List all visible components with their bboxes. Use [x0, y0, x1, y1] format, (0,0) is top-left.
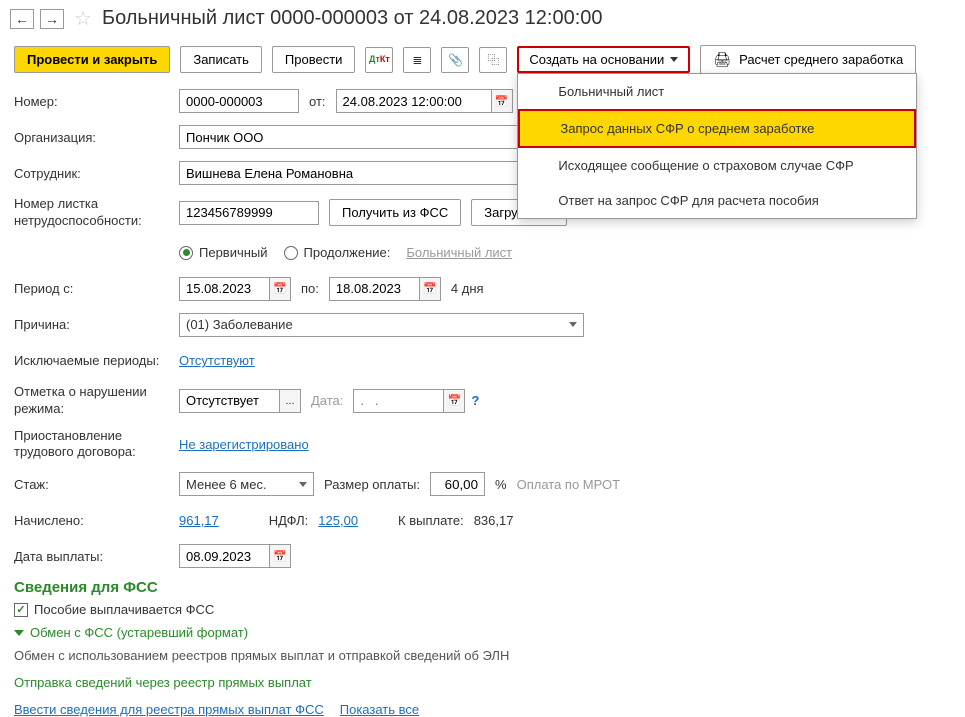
reason-select[interactable]: (01) Заболевание	[179, 313, 584, 337]
date-label: Дата:	[311, 393, 343, 408]
seniority-label: Стаж:	[14, 477, 179, 492]
submit-close-button[interactable]: Провести и закрыть	[14, 46, 170, 73]
get-fss-button[interactable]: Получить из ФСС	[329, 199, 461, 226]
calendar-icon[interactable]: 📅	[443, 389, 465, 413]
list-icon[interactable]: ≣	[403, 47, 431, 73]
calendar-icon[interactable]: 📅	[419, 277, 441, 301]
calc-avg-label: Расчет среднего заработка	[739, 52, 903, 67]
payout-value: 836,17	[474, 513, 514, 528]
help-icon[interactable]: ?	[471, 393, 479, 408]
fss-paid-checkbox[interactable]: ✓ Пособие выплачивается ФСС	[14, 602, 951, 617]
structure-icon[interactable]: ⿻	[479, 47, 507, 73]
primary-radio[interactable]: Первичный	[179, 245, 268, 260]
ndfl-label: НДФЛ:	[269, 513, 309, 528]
fss-info-text: Обмен с использованием реестров прямых в…	[14, 648, 951, 663]
suspension-link[interactable]: Не зарегистрировано	[179, 437, 309, 452]
checkbox-checked-icon: ✓	[14, 603, 28, 617]
payout-label: К выплате:	[398, 513, 464, 528]
nav-forward-button[interactable]: →	[40, 9, 64, 29]
sheet-no-input[interactable]	[179, 201, 319, 225]
excluded-label: Исключаемые периоды:	[14, 353, 179, 368]
dt-kt-icon[interactable]: ДтКт	[365, 47, 393, 73]
continuation-radio[interactable]: Продолжение:	[284, 245, 391, 260]
fss-enter-details-link[interactable]: Ввести сведения для реестра прямых выпла…	[14, 702, 324, 717]
to-label: по:	[301, 281, 319, 296]
calendar-icon[interactable]: 📅	[269, 277, 291, 301]
radio-checked-icon	[179, 246, 193, 260]
sheet-no-label: Номер листка нетрудоспособности:	[14, 196, 179, 230]
seniority-select[interactable]: Менее 6 мес.	[179, 472, 314, 496]
reason-label: Причина:	[14, 317, 179, 332]
days-text: 4 дня	[451, 281, 484, 296]
create-based-dropdown-menu: Больничный лист Запрос данных СФР о сред…	[517, 73, 917, 219]
datetime-input[interactable]	[336, 89, 491, 113]
fss-exchange-label: Обмен с ФСС (устаревший формат)	[30, 625, 248, 640]
ndfl-link[interactable]: 125,00	[318, 513, 358, 528]
create-based-dropdown-button[interactable]: Создать на основании	[517, 46, 690, 73]
mrot-text: Оплата по МРОТ	[517, 477, 620, 492]
reason-value: (01) Заболевание	[186, 317, 293, 332]
pay-size-label: Размер оплаты:	[324, 477, 420, 492]
org-label: Организация:	[14, 130, 179, 145]
radio-unchecked-icon	[284, 246, 298, 260]
seniority-value: Менее 6 мес.	[186, 477, 267, 492]
favorite-star-icon[interactable]: ☆	[74, 6, 92, 31]
fss-paid-label: Пособие выплачивается ФСС	[34, 602, 214, 617]
percent-sign: %	[495, 477, 507, 492]
dropdown-item-sfr-reply[interactable]: Ответ на запрос СФР для расчета пособия	[518, 183, 916, 218]
printer-icon	[713, 51, 735, 68]
chevron-down-icon	[569, 322, 577, 327]
dropdown-item-outgoing-msg[interactable]: Исходящее сообщение о страховом случае С…	[518, 148, 916, 183]
suspension-label: Приостановление трудового договора:	[14, 428, 179, 462]
primary-label: Первичный	[199, 245, 268, 260]
page-title: Больничный лист 0000-000003 от 24.08.202…	[102, 7, 603, 30]
chevron-down-icon	[14, 630, 24, 636]
calendar-icon[interactable]: 📅	[491, 89, 513, 113]
continuation-link: Больничный лист	[406, 245, 512, 260]
violation-label: Отметка о нарушении режима:	[14, 384, 179, 418]
period-from-label: Период с:	[14, 281, 179, 296]
chevron-down-icon	[670, 57, 678, 62]
submit-button[interactable]: Провести	[272, 46, 356, 73]
ellipsis-button[interactable]: ...	[279, 389, 301, 413]
accrued-link[interactable]: 961,17	[179, 513, 219, 528]
calendar-icon[interactable]: 📅	[269, 544, 291, 568]
calc-avg-button[interactable]: Расчет среднего заработка	[700, 45, 916, 74]
number-input[interactable]	[179, 89, 299, 113]
dropdown-item-sfr-request[interactable]: Запрос данных СФР о среднем заработке	[518, 109, 916, 148]
violation-input[interactable]	[179, 389, 279, 413]
period-to-input[interactable]	[329, 277, 419, 301]
pay-size-input[interactable]	[430, 472, 485, 496]
employee-label: Сотрудник:	[14, 166, 179, 181]
save-button[interactable]: Записать	[180, 46, 262, 73]
pay-date-input[interactable]	[179, 544, 269, 568]
violation-date-input[interactable]	[353, 389, 443, 413]
accrued-label: Начислено:	[14, 513, 179, 528]
dropdown-item-sick-leave[interactable]: Больничный лист	[518, 74, 916, 109]
employee-input[interactable]	[179, 161, 534, 185]
create-based-label: Создать на основании	[529, 52, 664, 67]
fss-section-title: Сведения для ФСС	[14, 579, 951, 596]
nav-back-button[interactable]: ←	[10, 9, 34, 29]
fss-send-title: Отправка сведений через реестр прямых вы…	[14, 675, 951, 690]
from-label: от:	[309, 94, 326, 109]
chevron-down-icon	[299, 482, 307, 487]
org-input[interactable]	[179, 125, 534, 149]
period-from-input[interactable]	[179, 277, 269, 301]
attachment-icon[interactable]: 📎	[441, 47, 469, 73]
fss-show-all-link[interactable]: Показать все	[340, 702, 419, 717]
fss-exchange-collapsible[interactable]: Обмен с ФСС (устаревший формат)	[14, 625, 951, 640]
number-label: Номер:	[14, 94, 179, 109]
pay-date-label: Дата выплаты:	[14, 549, 179, 564]
excluded-link[interactable]: Отсутствуют	[179, 353, 255, 368]
continuation-label: Продолжение:	[304, 245, 391, 260]
